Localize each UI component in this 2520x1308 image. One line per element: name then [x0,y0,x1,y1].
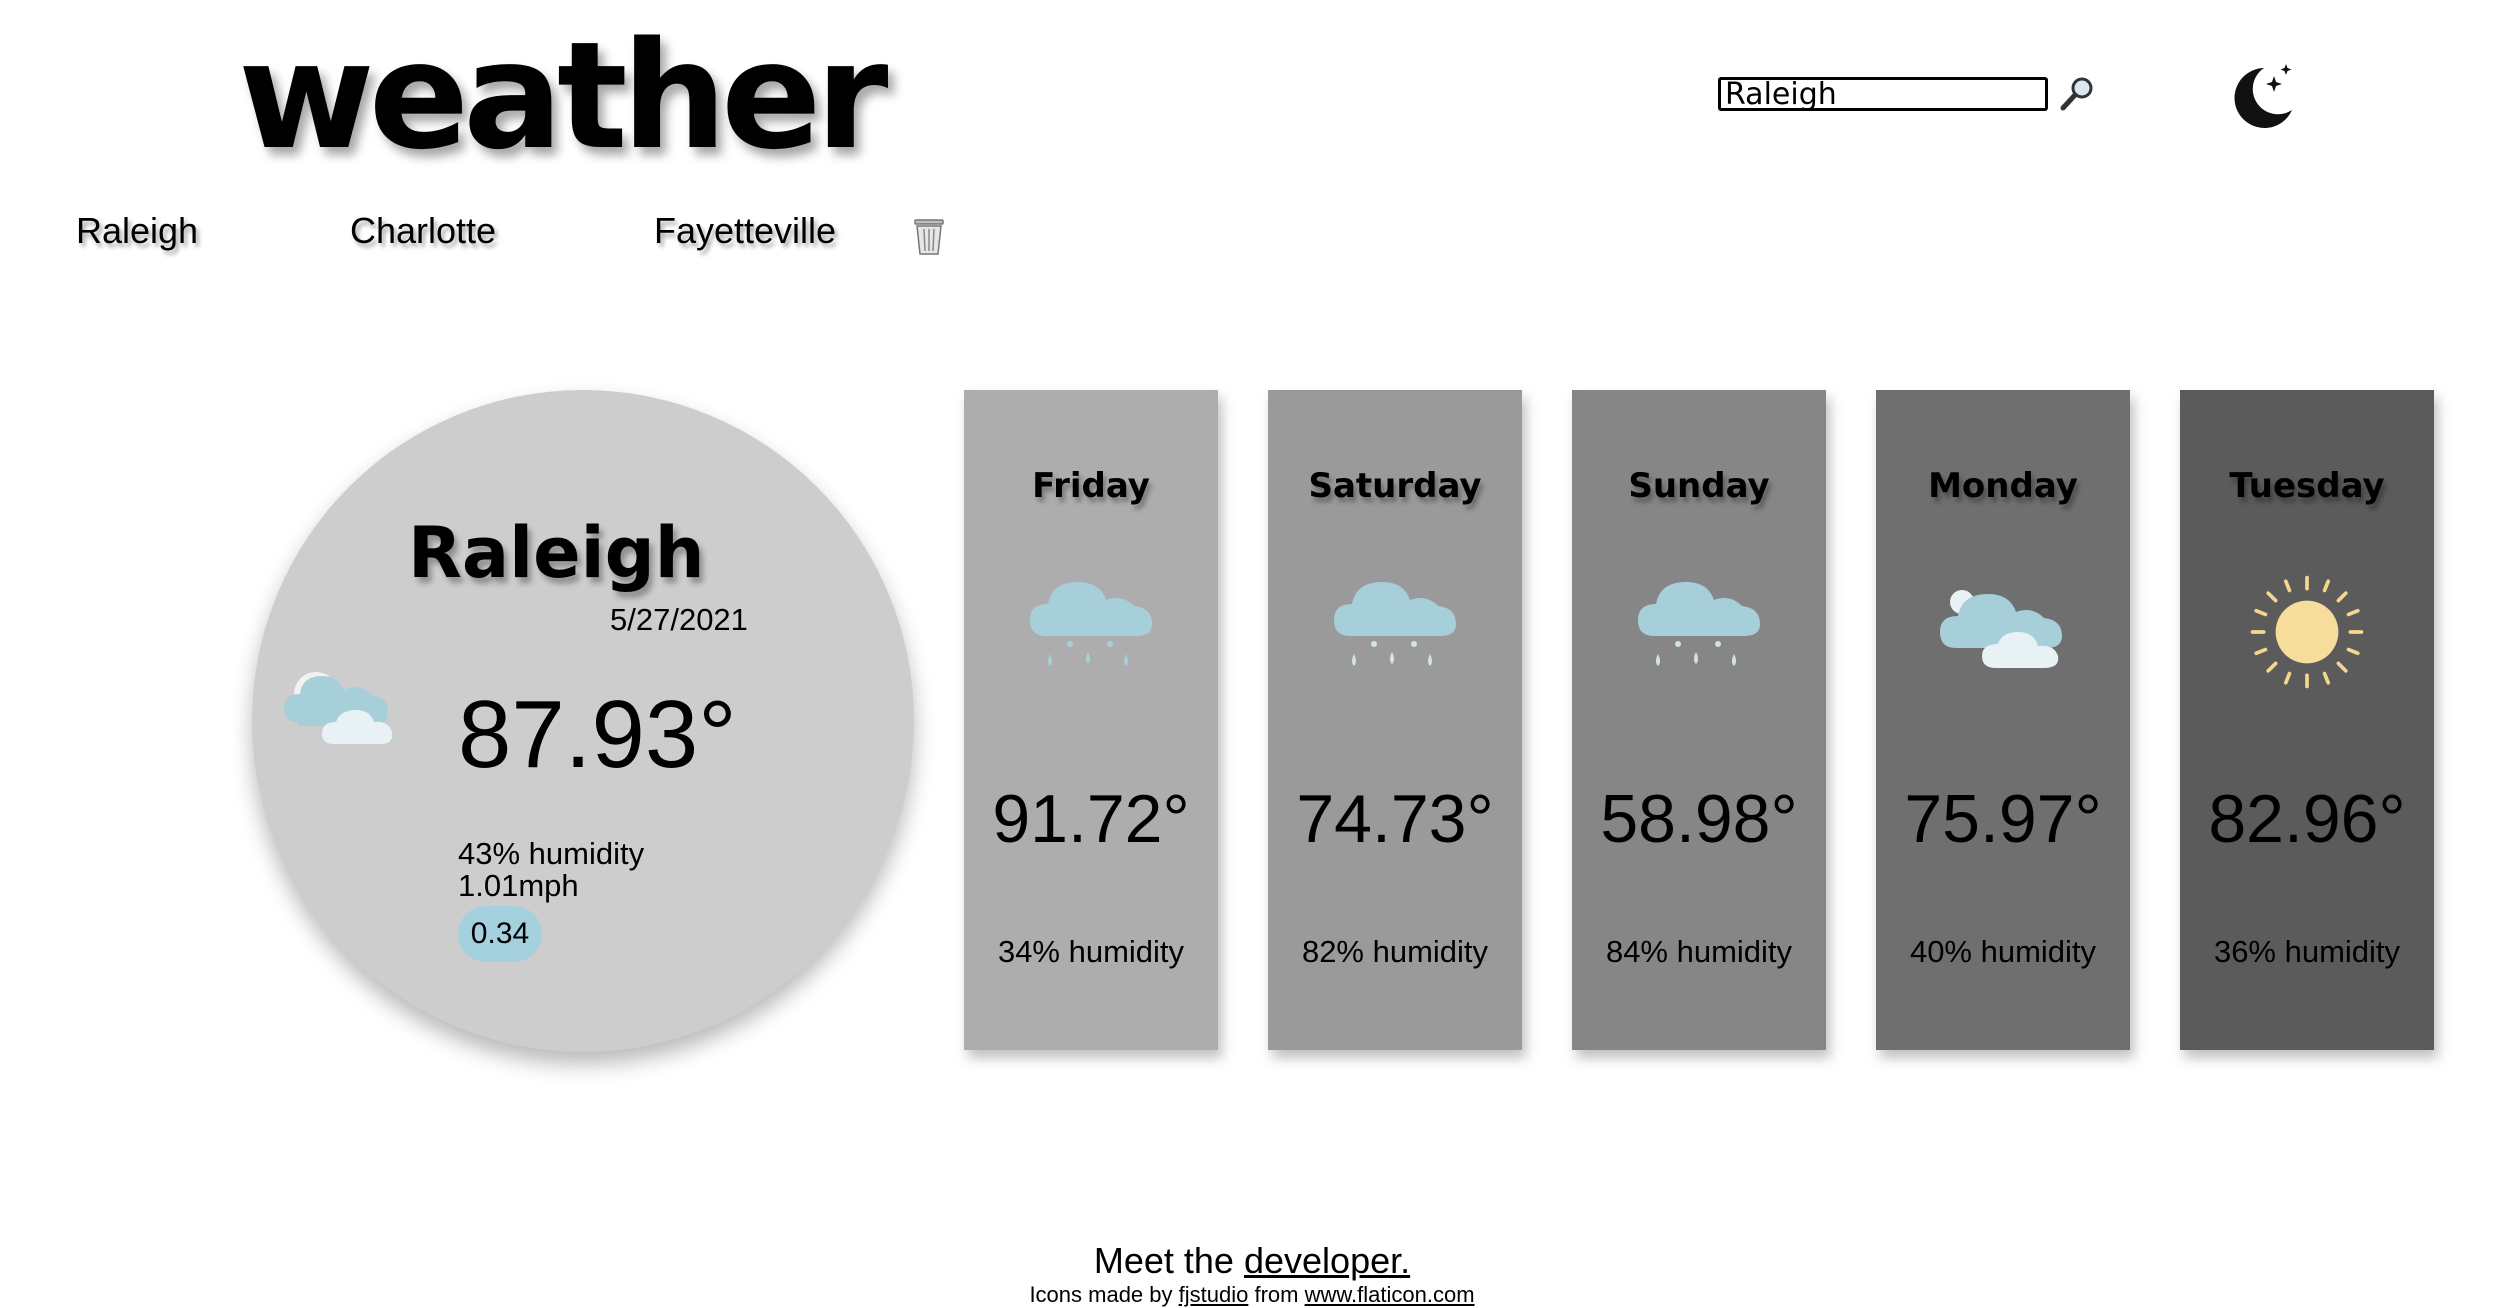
current-date: 5/27/2021 [610,602,748,637]
forecast-day: Sunday [1628,466,1770,506]
partly-cloudy-icon [284,672,393,744]
footer-meet-text: Meet the [1093,1240,1234,1281]
current-humidity: 43% humidity [458,836,645,871]
app-title: weather [238,10,888,182]
forecast-temperature: 58.98° [1600,781,1798,857]
forecast-card-sunday: Sunday 58.98° 84% humidity [1572,390,1826,1050]
author-link[interactable]: fjstudio [1179,1282,1249,1307]
forecast-day: Tuesday [2229,466,2385,506]
current-city: Raleigh [408,512,705,594]
forecast-humidity: 34% humidity [997,934,1185,969]
forecast-card-saturday: Saturday 74.73° 82% humidity [1268,390,1522,1050]
footer-developer-line: Meet the developer. [0,1240,2512,1282]
flaticon-link[interactable]: www.flaticon.com [1305,1282,1475,1307]
search-input[interactable] [1718,77,2048,111]
recent-city-raleigh[interactable]: Raleigh [76,210,198,252]
forecast-temperature: 82.96° [2208,781,2406,857]
uv-index-badge: 0.34 [458,906,542,962]
developer-link[interactable]: developer. [1244,1240,1410,1281]
forecast-temperature: 74.73° [1296,781,1494,857]
forecast-humidity: 36% humidity [2213,934,2401,969]
forecast-temperature: 75.97° [1904,781,2102,857]
forecast-humidity: 40% humidity [1909,934,2097,969]
forecast-humidity: 84% humidity [1605,934,1793,969]
clouds-icon [1940,590,2062,668]
forecast-day: Saturday [1308,466,1482,506]
forecast-card-friday: Friday 91.72° 34% humidity [964,390,1218,1050]
rain-icon [1334,582,1456,666]
forecast-humidity: 82% humidity [1301,934,1489,969]
footer-icons-text: Icons made by [1029,1282,1173,1307]
search-bar [1718,74,2100,114]
footer-from-text: from [1254,1282,1299,1307]
rain-icon [1638,582,1760,666]
footer-credits-line: Icons made by fjstudio from www.flaticon… [0,1282,2512,1308]
forecast-card-monday: Monday 75.97° 40% humidity [1876,390,2130,1050]
forecast-day: Friday [1032,466,1150,506]
current-temperature: 87.93° [458,681,737,788]
recent-city-fayetteville[interactable]: Fayetteville [654,210,836,252]
moon-icon[interactable] [2226,62,2298,134]
sun-icon [2250,575,2364,689]
search-icon[interactable] [2054,74,2100,114]
recent-city-charlotte[interactable]: Charlotte [350,210,496,252]
forecast-temperature: 91.72° [992,781,1190,857]
current-wind-speed: 1.01mph [458,868,579,903]
forecast-card-tuesday: Tuesday 82.96° 36% humidity [2180,390,2434,1050]
forecast-day: Monday [1928,466,2078,506]
current-weather-card: Raleigh 5/27/2021 87.93° 43% humidity 1.… [252,390,914,1052]
trash-icon[interactable] [910,214,948,258]
rain-icon [1030,582,1152,666]
